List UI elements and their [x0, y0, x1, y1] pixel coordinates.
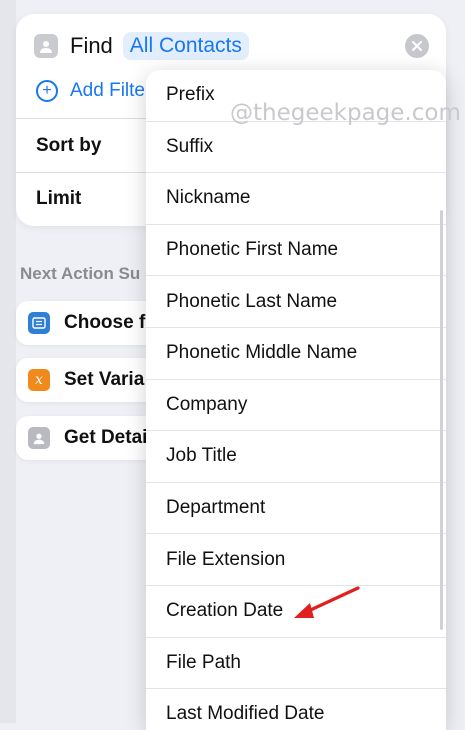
contact-person-icon — [28, 427, 50, 449]
add-filter-label: Add Filter — [70, 80, 152, 101]
menu-item-phonetic-last-name[interactable]: Phonetic Last Name — [146, 276, 446, 328]
sort-by-label[interactable]: Sort by — [36, 135, 101, 157]
limit-label[interactable]: Limit — [36, 188, 81, 210]
menu-item-last-modified-date[interactable]: Last Modified Date — [146, 689, 446, 730]
suggestion-label: Choose f — [64, 312, 146, 333]
menu-item-phonetic-first-name[interactable]: Phonetic First Name — [146, 225, 446, 277]
menu-item-file-extension[interactable]: File Extension — [146, 534, 446, 586]
menu-item-job-title[interactable]: Job Title — [146, 431, 446, 483]
all-contacts-token[interactable]: All Contacts — [122, 32, 249, 60]
contact-field-dropdown-menu: Prefix Suffix Nickname Phonetic First Na… — [146, 70, 446, 730]
suggestion-label: Get Detai — [64, 427, 148, 448]
menu-item-suffix[interactable]: Suffix — [146, 122, 446, 174]
watermark: @thegeekpage.com — [230, 100, 461, 126]
menu-item-department[interactable]: Department — [146, 483, 446, 535]
next-action-suggestions-heading: Next Action Su — [20, 264, 141, 283]
plus-circle-icon: + — [36, 80, 58, 102]
add-filter-button[interactable]: + Add Filter — [36, 80, 151, 102]
menu-item-company[interactable]: Company — [146, 380, 446, 432]
variable-x-icon: x — [28, 369, 50, 391]
menu-item-file-path[interactable]: File Path — [146, 638, 446, 690]
close-icon[interactable] — [405, 34, 429, 58]
red-arrow-annotation — [294, 586, 360, 618]
suggestion-label: Set Varia — [64, 369, 145, 390]
contacts-app-icon — [34, 34, 58, 58]
menu-item-phonetic-middle-name[interactable]: Phonetic Middle Name — [146, 328, 446, 380]
find-row: Find All Contacts — [34, 32, 249, 60]
background-panel — [0, 0, 16, 723]
menu-item-nickname[interactable]: Nickname — [146, 173, 446, 225]
menu-scrollbar[interactable] — [440, 210, 443, 630]
contact-card-icon — [28, 312, 50, 334]
find-label: Find — [70, 33, 113, 58]
